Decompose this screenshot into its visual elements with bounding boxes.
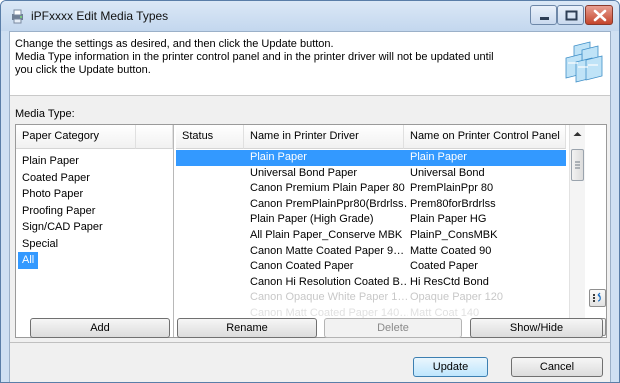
update-button[interactable]: Update: [413, 357, 488, 377]
printer-app-icon: [12, 9, 23, 24]
move-up-button[interactable]: [589, 289, 606, 307]
close-button[interactable]: [585, 5, 613, 25]
add-button[interactable]: Add: [30, 318, 170, 338]
cell-driver-name: All Plain Paper_Conserve MBK: [250, 229, 403, 241]
table-row[interactable]: Canon Premium Plain Paper 80 PremPlainPp…: [176, 181, 566, 197]
table-row[interactable]: Canon Coated Paper Coated Paper: [176, 259, 566, 275]
scrollbar-thumb[interactable]: [571, 149, 584, 181]
column-header-status[interactable]: Status: [176, 125, 244, 149]
table-row[interactable]: Canon Hi Resolution Coated B… Hi ResCtd …: [176, 275, 566, 291]
table-row[interactable]: Plain Paper Plain Paper: [176, 150, 566, 166]
table-row[interactable]: All Plain Paper_Conserve MBK PlainP_Cons…: [176, 228, 566, 244]
media-stack-icon: [565, 41, 603, 83]
paper-category-list: Plain Paper Coated Paper Photo Paper Pro…: [18, 153, 107, 269]
category-item-plain-paper[interactable]: Plain Paper: [18, 153, 107, 170]
cell-driver-name: Canon PremPlainPpr80(Brdrlss…: [250, 197, 408, 210]
rename-button[interactable]: Rename: [177, 318, 317, 338]
category-item-photo-paper[interactable]: Photo Paper: [18, 186, 107, 203]
edit-media-types-window: iPFxxxx Edit Media Types Change the sett…: [0, 0, 620, 383]
cell-driver-name: Canon Matte Coated Paper 9…: [250, 244, 405, 257]
category-item-proofing-paper[interactable]: Proofing Paper: [18, 203, 107, 220]
paper-category-panel: Paper Category Plain Paper Coated Paper …: [16, 125, 174, 337]
delete-button[interactable]: Delete: [324, 318, 462, 338]
dialog-client-area: Change the settings as desired, and then…: [9, 31, 611, 382]
show-hide-button[interactable]: Show/Hide: [470, 318, 603, 338]
table-scrollbar[interactable]: [569, 125, 585, 337]
instruction-banner: Change the settings as desired, and then…: [10, 32, 610, 96]
maximize-icon: [565, 10, 578, 21]
close-icon: [593, 9, 607, 22]
window-title: iPFxxxx Edit Media Types: [31, 9, 169, 23]
cell-driver-name: Canon Coated Paper: [250, 260, 354, 273]
minimize-icon: [540, 17, 549, 20]
scroll-up-arrow-icon[interactable]: [573, 131, 582, 137]
column-header-driver-name[interactable]: Name in Printer Driver: [244, 125, 404, 149]
cancel-button[interactable]: Cancel: [511, 357, 603, 377]
table-row[interactable]: Canon Opaque White Paper 1… Opaque Paper…: [176, 290, 566, 306]
media-type-table: Status Name in Printer Driver Name on Pr…: [176, 125, 566, 337]
cell-panel-name: PlainP_ConsMBK: [410, 229, 498, 241]
dialog-footer: Update Cancel: [10, 343, 610, 382]
cell-panel-name: Universal Bond: [410, 166, 485, 179]
cell-driver-name: Canon Hi Resolution Coated B…: [250, 275, 408, 288]
cell-driver-name: Plain Paper (High Grade): [250, 213, 374, 226]
cell-panel-name: Hi ResCtd Bond: [410, 275, 489, 288]
table-row[interactable]: Universal Bond Paper Universal Bond: [176, 166, 566, 182]
move-up-icon: [593, 292, 601, 302]
table-row[interactable]: Canon PremPlainPpr80(Brdrlss… Prem80forB…: [176, 197, 566, 213]
instruction-line: Media Type information in the printer co…: [15, 51, 494, 63]
cell-driver-name: Canon Opaque White Paper 1…: [250, 291, 408, 304]
paper-category-header-filler: [136, 125, 173, 149]
category-item-special[interactable]: Special: [18, 236, 107, 253]
maximize-button[interactable]: [557, 5, 584, 25]
minimize-button[interactable]: [530, 5, 557, 25]
cell-panel-name: Matte Coated 90: [410, 244, 492, 257]
category-item-coated-paper[interactable]: Coated Paper: [18, 170, 107, 187]
instruction-line: Change the settings as desired, and then…: [15, 38, 334, 50]
cell-panel-name: Prem80forBrdrlss: [410, 197, 496, 210]
cell-panel-name: PremPlainPpr 80: [410, 182, 494, 195]
category-item-sign-cad-paper[interactable]: Sign/CAD Paper: [18, 219, 107, 236]
cell-panel-name: Opaque Paper 120: [410, 291, 503, 304]
paper-category-header[interactable]: Paper Category: [16, 125, 136, 149]
grip-icon: [575, 161, 580, 169]
instruction-text: Change the settings as desired, and then…: [15, 38, 525, 77]
title-bar[interactable]: iPFxxxx Edit Media Types: [1, 1, 619, 31]
instruction-line: you click the Update button.: [15, 64, 151, 76]
category-item-all[interactable]: All: [18, 252, 39, 269]
cell-panel-name: Plain Paper HG: [410, 213, 487, 226]
table-row[interactable]: Plain Paper (High Grade) Plain Paper HG: [176, 212, 566, 228]
cell-driver-name: Plain Paper: [250, 151, 307, 163]
column-header-panel-name[interactable]: Name on Printer Control Panel: [404, 125, 566, 149]
media-type-label: Media Type:: [15, 108, 75, 120]
media-type-list: Paper Category Plain Paper Coated Paper …: [15, 124, 607, 338]
cell-panel-name: Plain Paper: [410, 151, 467, 163]
cell-panel-name: Coated Paper: [410, 260, 478, 273]
cell-driver-name: Universal Bond Paper: [250, 166, 358, 179]
table-row[interactable]: Canon Matte Coated Paper 9… Matte Coated…: [176, 244, 566, 260]
cell-driver-name: Canon Premium Plain Paper 80: [250, 182, 405, 195]
